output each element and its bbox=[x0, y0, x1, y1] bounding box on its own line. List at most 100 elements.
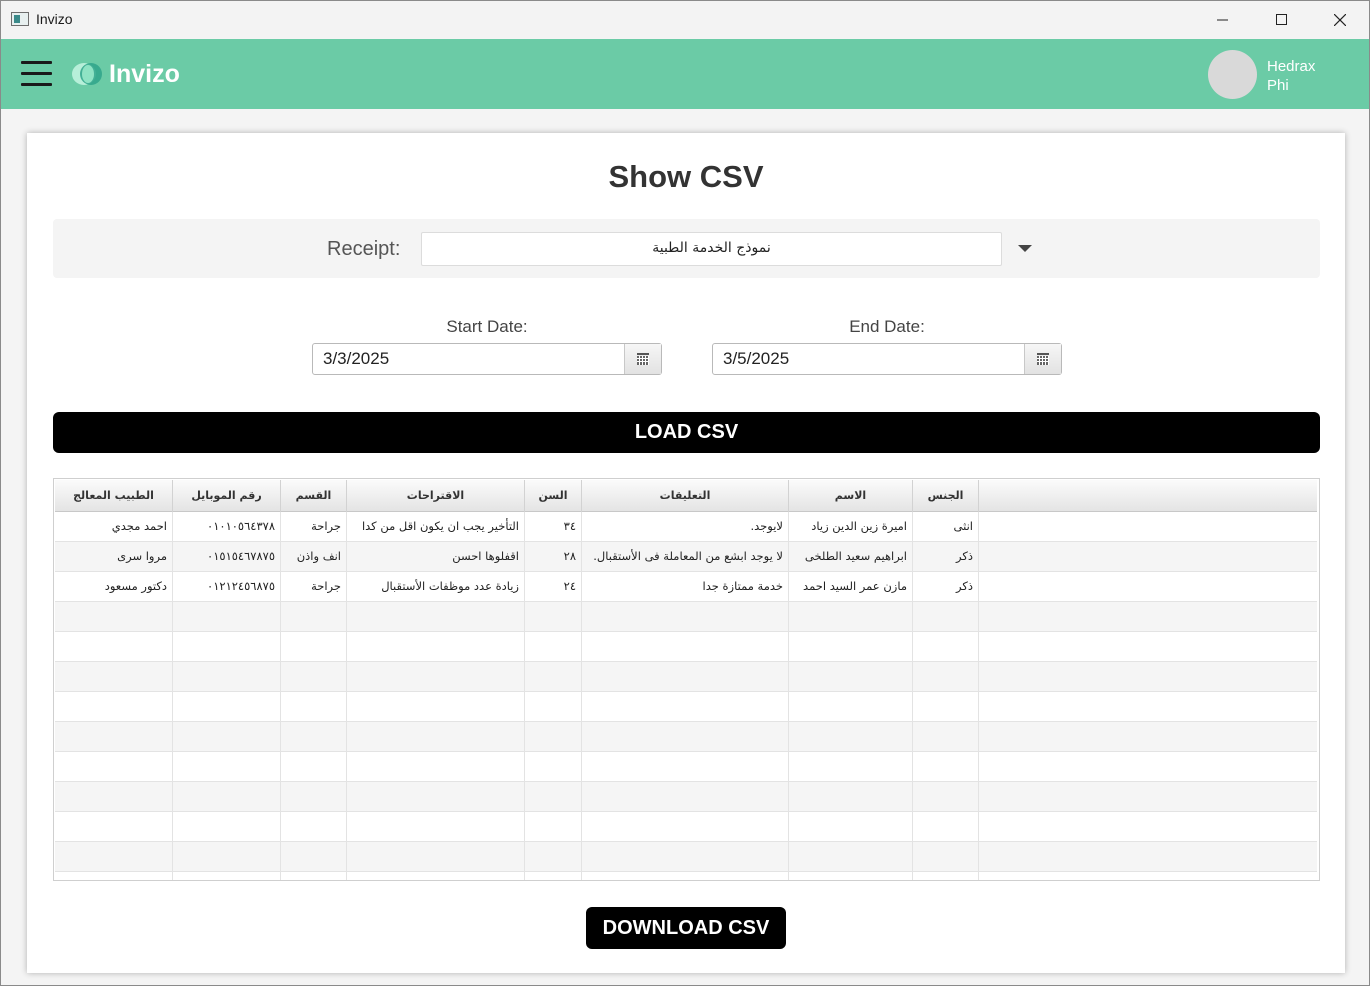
table-row[interactable] bbox=[55, 752, 1317, 782]
table-cell bbox=[913, 632, 979, 662]
table-cell bbox=[913, 872, 979, 880]
table-cell: ٣٤ bbox=[525, 512, 582, 542]
logo-text: Invizo bbox=[109, 60, 180, 88]
maximize-icon bbox=[1275, 14, 1287, 25]
end-date-value[interactable]: 3/5/2025 bbox=[723, 349, 789, 369]
column-header[interactable]: الاسم bbox=[789, 480, 913, 512]
table-row[interactable]: انثى اميرة زين الدين زياد لايوجد. ٣٤ التأخير… bbox=[55, 512, 1317, 542]
table-cell bbox=[173, 692, 281, 722]
table-row[interactable]: ذكر مازن عمر السيد احمد خدمة ممتازة جدا ٢٤ ز… bbox=[55, 572, 1317, 602]
table-row[interactable]: ذكر ابراهيم سعيد الطلخى لا يوجد ابشع من ال… bbox=[55, 542, 1317, 572]
table-cell-filler bbox=[979, 812, 1317, 842]
start-date-picker-button[interactable] bbox=[624, 344, 661, 374]
table-cell-filler bbox=[979, 542, 1317, 572]
table-cell bbox=[347, 752, 525, 782]
table-cell bbox=[281, 632, 347, 662]
minimize-button[interactable] bbox=[1192, 1, 1252, 38]
table-row[interactable] bbox=[55, 812, 1317, 842]
table-cell bbox=[347, 812, 525, 842]
table-row[interactable] bbox=[55, 662, 1317, 692]
column-header[interactable]: الجنس bbox=[913, 480, 979, 512]
table-row[interactable] bbox=[55, 722, 1317, 752]
table-row[interactable] bbox=[55, 782, 1317, 812]
table-cell bbox=[913, 662, 979, 692]
table-cell bbox=[525, 722, 582, 752]
table-cell bbox=[281, 602, 347, 632]
app-header: Invizo Hedrax Phi bbox=[1, 39, 1369, 109]
table-cell: ٠١٠١٠٥٦٤٣٧٨ bbox=[173, 512, 281, 542]
table-header: الجنس الاسم التعليقات السن الاقتراحات القسم رق… bbox=[55, 480, 1317, 512]
close-icon bbox=[1334, 13, 1346, 26]
user-first-name: Hedrax bbox=[1267, 58, 1316, 75]
app-window: Invizo Invizo Hedrax Phi Show CSV Receip… bbox=[0, 0, 1370, 986]
table-cell: اميرة زين الدين زياد bbox=[789, 512, 913, 542]
load-csv-button[interactable]: LOAD CSV bbox=[53, 412, 1320, 453]
table-cell: ٠١٢١٢٤٥٦٨٧٥ bbox=[173, 572, 281, 602]
table-cell bbox=[789, 842, 913, 872]
table-cell bbox=[525, 662, 582, 692]
maximize-button[interactable] bbox=[1251, 1, 1311, 38]
table-cell bbox=[173, 632, 281, 662]
end-date-field[interactable]: 3/5/2025 bbox=[712, 343, 1062, 375]
table-cell bbox=[173, 662, 281, 692]
receipt-select[interactable]: نموذج الخدمة الطبية bbox=[421, 232, 1002, 266]
table-cell bbox=[789, 632, 913, 662]
table-cell: ٢٨ bbox=[525, 542, 582, 572]
table-cell bbox=[913, 782, 979, 812]
close-button[interactable] bbox=[1310, 1, 1370, 38]
start-date-field[interactable]: 3/3/2025 bbox=[312, 343, 662, 375]
menu-icon[interactable] bbox=[21, 61, 52, 87]
user-name: Hedrax Phi bbox=[1267, 57, 1347, 95]
table-cell bbox=[525, 812, 582, 842]
table-row[interactable] bbox=[55, 692, 1317, 722]
table-row[interactable] bbox=[55, 602, 1317, 632]
user-last-name: Phi bbox=[1267, 77, 1289, 94]
start-date-value[interactable]: 3/3/2025 bbox=[323, 349, 389, 369]
table-cell bbox=[525, 782, 582, 812]
table-row[interactable] bbox=[55, 842, 1317, 872]
table-cell bbox=[582, 872, 789, 880]
table-cell bbox=[281, 812, 347, 842]
table-cell: انثى bbox=[913, 512, 979, 542]
column-header[interactable]: الاقتراحات bbox=[347, 480, 525, 512]
table-cell-filler bbox=[979, 632, 1317, 662]
table-cell bbox=[789, 722, 913, 752]
column-header[interactable]: السن bbox=[525, 480, 582, 512]
table-cell bbox=[55, 692, 173, 722]
table-cell bbox=[55, 782, 173, 812]
avatar[interactable] bbox=[1208, 50, 1257, 99]
column-header[interactable]: الطبيب المعالج bbox=[55, 480, 173, 512]
table-cell: ذكر bbox=[913, 542, 979, 572]
receipt-label: Receipt: bbox=[327, 238, 401, 260]
table-cell bbox=[582, 752, 789, 782]
table-cell bbox=[347, 602, 525, 632]
table-cell-filler bbox=[979, 722, 1317, 752]
table-cell bbox=[281, 722, 347, 752]
table-cell bbox=[582, 632, 789, 662]
column-header[interactable]: التعليقات bbox=[582, 480, 789, 512]
table-cell bbox=[173, 782, 281, 812]
logo: Invizo bbox=[71, 59, 191, 91]
column-header-filler bbox=[979, 480, 1317, 512]
table-cell bbox=[281, 662, 347, 692]
table-cell: مازن عمر السيد احمد bbox=[789, 572, 913, 602]
table-cell bbox=[789, 602, 913, 632]
column-header[interactable]: القسم bbox=[281, 480, 347, 512]
calendar-icon bbox=[1037, 353, 1049, 365]
table-cell bbox=[913, 692, 979, 722]
chevron-down-icon[interactable] bbox=[1018, 245, 1032, 252]
csv-table[interactable]: الجنس الاسم التعليقات السن الاقتراحات القسم رق… bbox=[53, 478, 1320, 881]
table-row[interactable] bbox=[55, 872, 1317, 880]
end-date-picker-button[interactable] bbox=[1024, 344, 1061, 374]
download-csv-button[interactable]: DOWNLOAD CSV bbox=[586, 907, 786, 949]
table-cell bbox=[55, 842, 173, 872]
table-row[interactable] bbox=[55, 632, 1317, 662]
table-cell bbox=[173, 722, 281, 752]
table-cell bbox=[582, 842, 789, 872]
column-header[interactable]: رقم الموبايل bbox=[173, 480, 281, 512]
page-title: Show CSV bbox=[608, 159, 764, 194]
table-cell bbox=[347, 722, 525, 752]
table-cell bbox=[347, 632, 525, 662]
logo-mark-icon bbox=[72, 63, 102, 85]
table-cell: جراحة bbox=[281, 512, 347, 542]
